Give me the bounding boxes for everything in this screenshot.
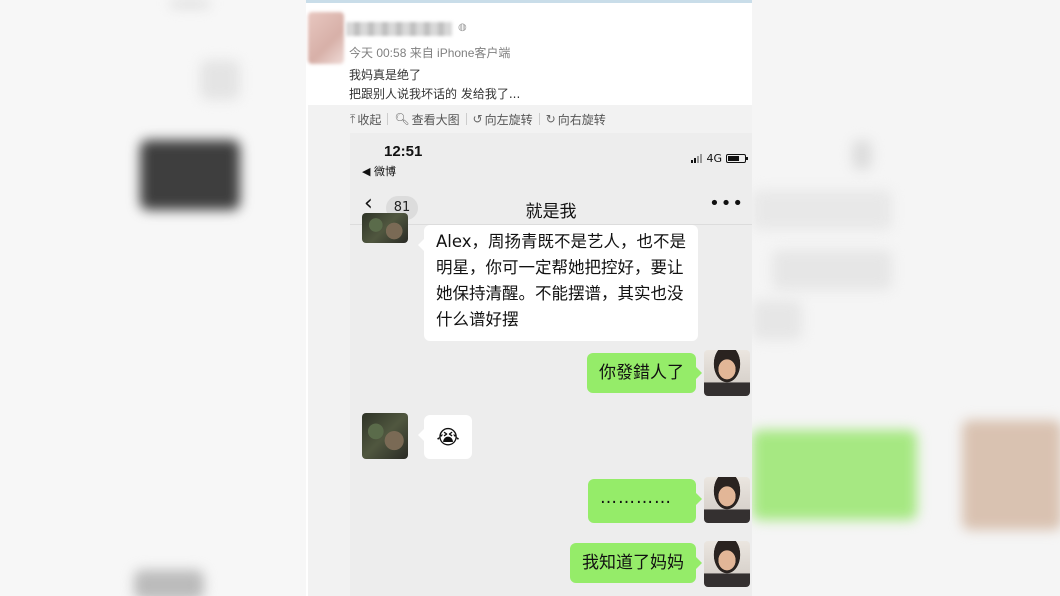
my-avatar: [704, 541, 750, 587]
verified-icon: ◍: [458, 22, 467, 33]
message-bubble-me: …………: [588, 479, 702, 523]
rotate-right-label: 向右旋转: [557, 112, 606, 127]
rotate-right-icon: ↻: [545, 112, 556, 126]
magnifier-icon: 🔍︎: [394, 112, 410, 126]
image-toolbar: ⤒ 收起 🔍︎ 查看大图 ↺ 向左旋转 ↻ 向右旋转: [308, 105, 752, 133]
battery-icon: [726, 154, 748, 163]
message-bubble-me: 你發錯人了: [587, 353, 702, 393]
rotate-left-button[interactable]: ↺ 向左旋转: [473, 111, 533, 128]
toolbar-divider: [538, 113, 540, 125]
view-large-button[interactable]: 🔍︎ 查看大图: [394, 111, 459, 128]
post-author-name-blurred[interactable]: [346, 22, 452, 36]
collapse-icon: ⤒: [350, 111, 356, 126]
contact-avatar: [362, 213, 408, 243]
chat-screenshot[interactable]: 12:51 ◀ 微博 4G ‹ 81 就是我 ••• Alex，周扬青既不是艺人…: [350, 133, 752, 596]
message-bubble-me: 我知道了妈妈: [570, 543, 702, 583]
message-bubble-contact: Alex，周扬青既不是艺人，也不是明星，你可一定帮她把控好，要让她保持清醒。不能…: [418, 225, 698, 341]
blurred-background-right: [752, 0, 1060, 596]
my-avatar: [704, 477, 750, 523]
my-avatar: [704, 350, 750, 396]
rotate-left-label: 向左旋转: [484, 112, 533, 127]
toolbar-divider: [465, 113, 467, 125]
post-meta: 今天 00:58 来自 iPhone客户端: [349, 46, 511, 60]
status-bar-time: 12:51: [384, 143, 423, 160]
post-image-area: ⤒ 收起 🔍︎ 查看大图 ↺ 向左旋转 ↻ 向右旋转 12:51 ◀ 微博 4G…: [308, 105, 752, 596]
card-top-border: [306, 0, 752, 3]
post-author-avatar[interactable]: [308, 12, 344, 64]
chat-nav-bar: ‹ 81 就是我 •••: [350, 185, 752, 225]
more-icon: •••: [709, 193, 744, 214]
blurred-background-left: [0, 0, 306, 596]
weibo-post-card: ◍ 今天 00:58 来自 iPhone客户端 我妈真是绝了 把跟别人说我坏话的…: [306, 0, 752, 596]
status-bar-indicators: 4G: [691, 152, 748, 165]
status-bar-back-app: ◀ 微博: [362, 165, 396, 178]
toolbar-divider: [387, 113, 389, 125]
chat-title: 就是我: [525, 202, 577, 222]
network-label: 4G: [706, 152, 722, 165]
signal-icon: [691, 154, 703, 163]
rotate-left-icon: ↺: [472, 112, 483, 126]
post-text-line-1: 我妈真是绝了: [349, 68, 422, 82]
collapse-label: 收起: [357, 112, 382, 127]
post-text-line-2: 把跟别人说我坏话的 发给我了...: [349, 87, 521, 101]
rotate-right-button[interactable]: ↻ 向右旋转: [546, 111, 606, 128]
message-bubble-contact-emoji: 😭: [418, 415, 472, 459]
view-large-label: 查看大图: [411, 112, 460, 127]
contact-avatar: [362, 413, 408, 459]
collapse-button[interactable]: ⤒ 收起: [350, 111, 381, 128]
